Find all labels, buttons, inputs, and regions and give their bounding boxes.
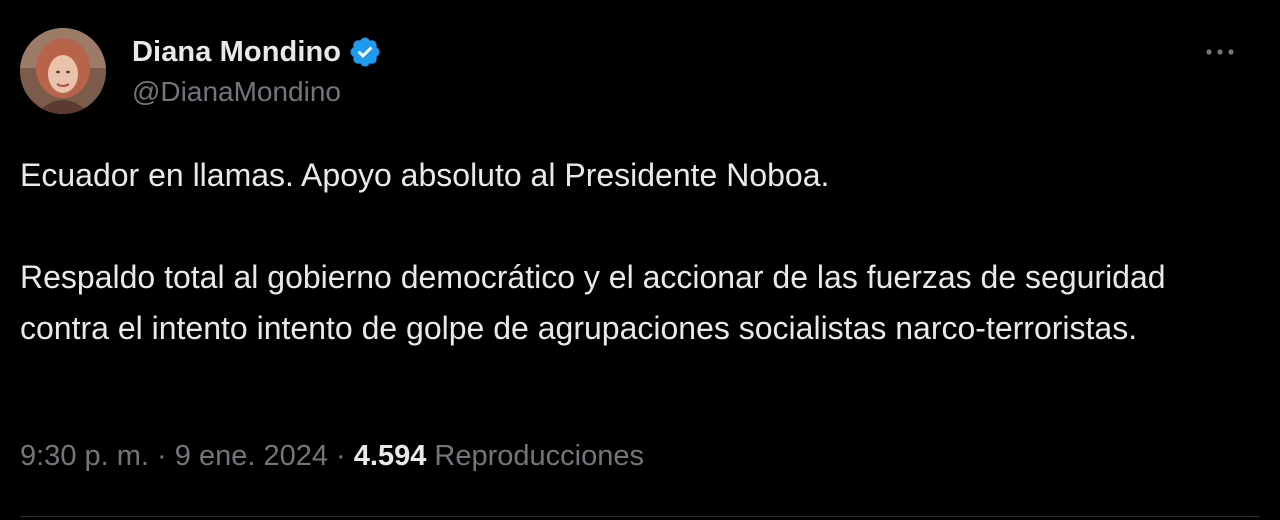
profile-photo [20, 28, 106, 114]
tweet-text: Ecuador en llamas. Apoyo absoluto al Pre… [20, 150, 1260, 354]
avatar[interactable] [20, 28, 106, 114]
views-count: 4.594 [353, 440, 427, 472]
handle[interactable]: @DianaMondino [132, 76, 382, 108]
tweet-date[interactable]: 9 ene. 2024 [175, 440, 328, 472]
verified-badge-icon [348, 35, 382, 69]
tweet-card: Diana Mondino @DianaMondino Ecuador en l… [0, 0, 1280, 520]
views-label: Reproducciones [434, 440, 644, 472]
meta-separator: · [157, 440, 167, 472]
more-horizontal-icon [1206, 49, 1234, 55]
display-name[interactable]: Diana Mondino [132, 36, 341, 69]
divider [20, 516, 1260, 517]
meta-separator: · [336, 440, 346, 472]
tweet-time[interactable]: 9:30 p. m. [20, 440, 149, 472]
tweet-paragraph: Ecuador en llamas. Apoyo absoluto al Pre… [20, 157, 830, 193]
tweet-meta: 9:30 p. m. · 9 ene. 2024 · 4.594 Reprodu… [20, 440, 644, 473]
tweet-paragraph: Respaldo total al gobierno democrático y… [20, 259, 1166, 346]
author-block: Diana Mondino @DianaMondino [132, 32, 382, 108]
name-row: Diana Mondino [132, 32, 382, 72]
more-button[interactable] [1200, 38, 1240, 66]
